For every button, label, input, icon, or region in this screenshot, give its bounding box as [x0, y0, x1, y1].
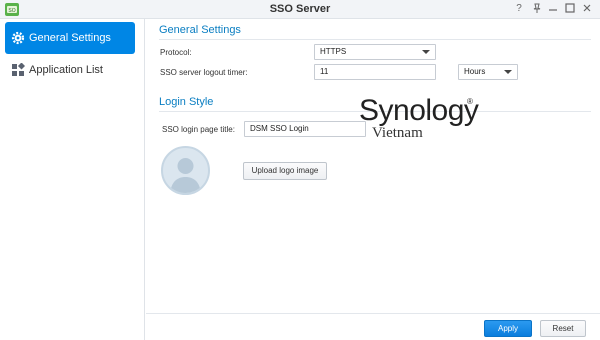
section-title-general: General Settings: [159, 24, 241, 36]
window-title: SSO Server: [269, 3, 331, 15]
main-panel: General Settings Protocol: HTTPS SSO ser…: [146, 19, 600, 313]
watermark-sub: Vietnam: [372, 125, 423, 141]
section-divider: [159, 39, 591, 40]
chevron-down-icon: [422, 50, 430, 54]
chevron-down-icon: [504, 70, 512, 74]
timer-unit-select[interactable]: Hours: [458, 64, 518, 80]
help-icon[interactable]: ?: [512, 2, 526, 16]
section-title-login-style: Login Style: [159, 96, 214, 108]
protocol-label: Protocol:: [160, 48, 192, 57]
sidebar-item-label: General Settings: [29, 32, 111, 44]
sidebar-item-general-settings[interactable]: General Settings: [5, 22, 135, 54]
timer-unit-value: Hours: [464, 67, 486, 76]
apply-button[interactable]: Apply: [484, 320, 532, 337]
sidebar: General Settings Application List: [0, 19, 145, 340]
watermark-registered: ®: [467, 97, 473, 106]
timer-input[interactable]: 11: [314, 64, 436, 80]
sidebar-item-label: Application List: [29, 64, 103, 76]
login-page-title-input[interactable]: DSM SSO Login: [244, 121, 366, 137]
protocol-select[interactable]: HTTPS: [314, 44, 436, 60]
upload-logo-button[interactable]: Upload logo image: [243, 162, 327, 180]
window-titlebar: SO SSO Server ?: [0, 0, 600, 19]
login-page-title-label: SSO login page title:: [162, 125, 235, 134]
apps-grid-icon: [12, 63, 25, 76]
footer-bar: Apply Reset: [146, 313, 600, 340]
watermark-brand: Synology: [359, 94, 479, 127]
default-avatar-icon: [161, 146, 210, 195]
sidebar-item-application-list[interactable]: Application List: [5, 54, 135, 86]
timer-label: SSO server logout timer:: [160, 68, 248, 77]
minimize-icon[interactable]: [546, 2, 560, 16]
pin-icon[interactable]: [530, 2, 544, 16]
close-icon[interactable]: [580, 2, 594, 16]
gear-icon: [11, 31, 25, 45]
maximize-icon[interactable]: [563, 2, 577, 16]
protocol-value: HTTPS: [320, 47, 347, 56]
reset-button[interactable]: Reset: [540, 320, 586, 337]
